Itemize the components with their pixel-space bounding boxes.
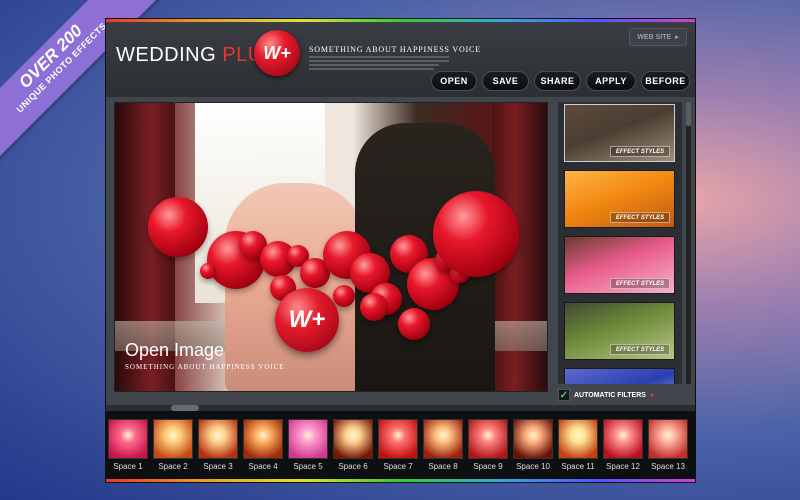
brand-main: WEDDING	[116, 44, 217, 66]
decor-ball	[398, 308, 430, 340]
automatic-filters-label: AUTOMATIC FILTERS	[574, 391, 646, 399]
filter-preview-image	[288, 419, 328, 459]
open-image-label[interactable]: Open Image	[125, 340, 224, 361]
filter-label: Space 12	[606, 462, 640, 471]
filter-preview-image	[333, 419, 373, 459]
share-button[interactable]: SHARE	[534, 71, 581, 91]
filter-thumbnail[interactable]: Space 5	[288, 419, 328, 471]
filter-label: Space 7	[383, 462, 413, 471]
filter-preview-image	[513, 419, 553, 459]
filter-label: Space 1	[113, 462, 143, 471]
effect-styles-button[interactable]: EFFECT STYLES	[610, 278, 670, 289]
workspace: W+ Open Image SOMETHING ABOUT HAPPINESS …	[106, 97, 695, 405]
filter-preview-image	[603, 419, 643, 459]
filter-preview-image	[648, 419, 688, 459]
filter-thumbnail[interactable]: Space 12	[603, 419, 643, 471]
effect-card-blossom[interactable]: EFFECT STYLES	[564, 236, 675, 294]
effect-styles-panel: EFFECT STYLES EFFECT STYLES EFFECT STYLE…	[558, 102, 682, 384]
filter-label: Space 9	[473, 462, 503, 471]
filter-label: Space 5	[293, 462, 323, 471]
decor-ball	[333, 285, 355, 307]
app-window: WEDDING PLUS W+ SOMETHING ABOUT HAPPINES…	[105, 18, 696, 483]
effect-card-vintage[interactable]: EFFECT STYLES	[564, 104, 675, 162]
filter-thumbnail[interactable]: Space 1	[108, 419, 148, 471]
filter-preview-image	[198, 419, 238, 459]
filter-thumbnail[interactable]: Space 2	[153, 419, 193, 471]
filter-preview-image	[558, 419, 598, 459]
save-button[interactable]: SAVE	[482, 71, 529, 91]
filter-thumbnail[interactable]: Space 10	[513, 419, 553, 471]
filter-label: Space 8	[428, 462, 458, 471]
filter-thumbnail[interactable]: Space 8	[423, 419, 463, 471]
app-logo: W+	[254, 30, 300, 76]
photo-logo: W+	[275, 288, 339, 352]
header-fine-print	[309, 56, 449, 72]
effects-scrollbar[interactable]	[686, 102, 691, 384]
automatic-filters-toggle[interactable]: ✓ AUTOMATIC FILTERS ●	[558, 389, 654, 401]
decor-ball	[200, 263, 216, 279]
decor-ball	[360, 293, 388, 321]
filter-label: Space 10	[516, 462, 550, 471]
website-button[interactable]: WEB SITE ▸	[629, 28, 687, 46]
decor-ball	[433, 191, 519, 277]
filter-thumbnail[interactable]: Space 4	[243, 419, 283, 471]
before-button[interactable]: BEFORE	[641, 71, 690, 91]
checkbox[interactable]: ✓	[558, 389, 570, 401]
apply-button[interactable]: APPLY	[586, 71, 636, 91]
filter-label: Space 4	[248, 462, 278, 471]
filter-thumbnail[interactable]: Space 11	[558, 419, 598, 471]
open-button[interactable]: OPEN	[431, 71, 477, 91]
checkmark-icon: ✓	[559, 389, 569, 401]
bottom-accent-bar	[106, 479, 695, 482]
filter-thumbnail[interactable]: Space 13	[648, 419, 688, 471]
filter-label: Space 11	[561, 462, 595, 471]
filter-preview-image	[423, 419, 463, 459]
header-tagline: SOMETHING ABOUT HAPPINESS VOICE	[309, 45, 481, 54]
filter-thumbnail[interactable]: Space 9	[468, 419, 508, 471]
filter-thumbnail[interactable]: Space 6	[333, 419, 373, 471]
photo-tagline: SOMETHING ABOUT HAPPINESS VOICE	[125, 363, 285, 371]
app-title: WEDDING PLUS	[116, 44, 276, 67]
website-label: WEB SITE	[637, 33, 672, 41]
effect-styles-button[interactable]: EFFECT STYLES	[610, 212, 670, 223]
effect-card-teddy[interactable]: EFFECT STYLES	[564, 170, 675, 228]
filter-filmstrip: Space 1 Space 2 Space 3 Space 4 Space 5 Space…	[106, 411, 695, 481]
scrollbar-thumb[interactable]	[686, 102, 691, 126]
status-dot-icon: ●	[649, 391, 655, 399]
filter-label: Space 2	[158, 462, 188, 471]
decor-ball	[148, 197, 208, 257]
filter-preview-image	[153, 419, 193, 459]
effect-styles-button[interactable]: EFFECT STYLES	[610, 146, 670, 157]
filter-label: Space 3	[203, 462, 233, 471]
filter-preview-image	[108, 419, 148, 459]
filter-preview-image	[378, 419, 418, 459]
filter-preview-image	[243, 419, 283, 459]
effect-styles-button[interactable]: EFFECT STYLES	[610, 344, 670, 355]
filter-thumbnail[interactable]: Space 3	[198, 419, 238, 471]
effect-card-park[interactable]: EFFECT STYLES	[564, 302, 675, 360]
photo-canvas[interactable]: W+ Open Image SOMETHING ABOUT HAPPINESS …	[114, 102, 548, 392]
filter-thumbnail[interactable]: Space 7	[378, 419, 418, 471]
filter-label: Space 6	[338, 462, 368, 471]
effect-card-sky[interactable]	[564, 368, 675, 384]
filter-label: Space 13	[651, 462, 685, 471]
arrow-right-icon: ▸	[675, 34, 679, 41]
filter-preview-image	[468, 419, 508, 459]
header: WEDDING PLUS W+ SOMETHING ABOUT HAPPINES…	[106, 22, 695, 97]
